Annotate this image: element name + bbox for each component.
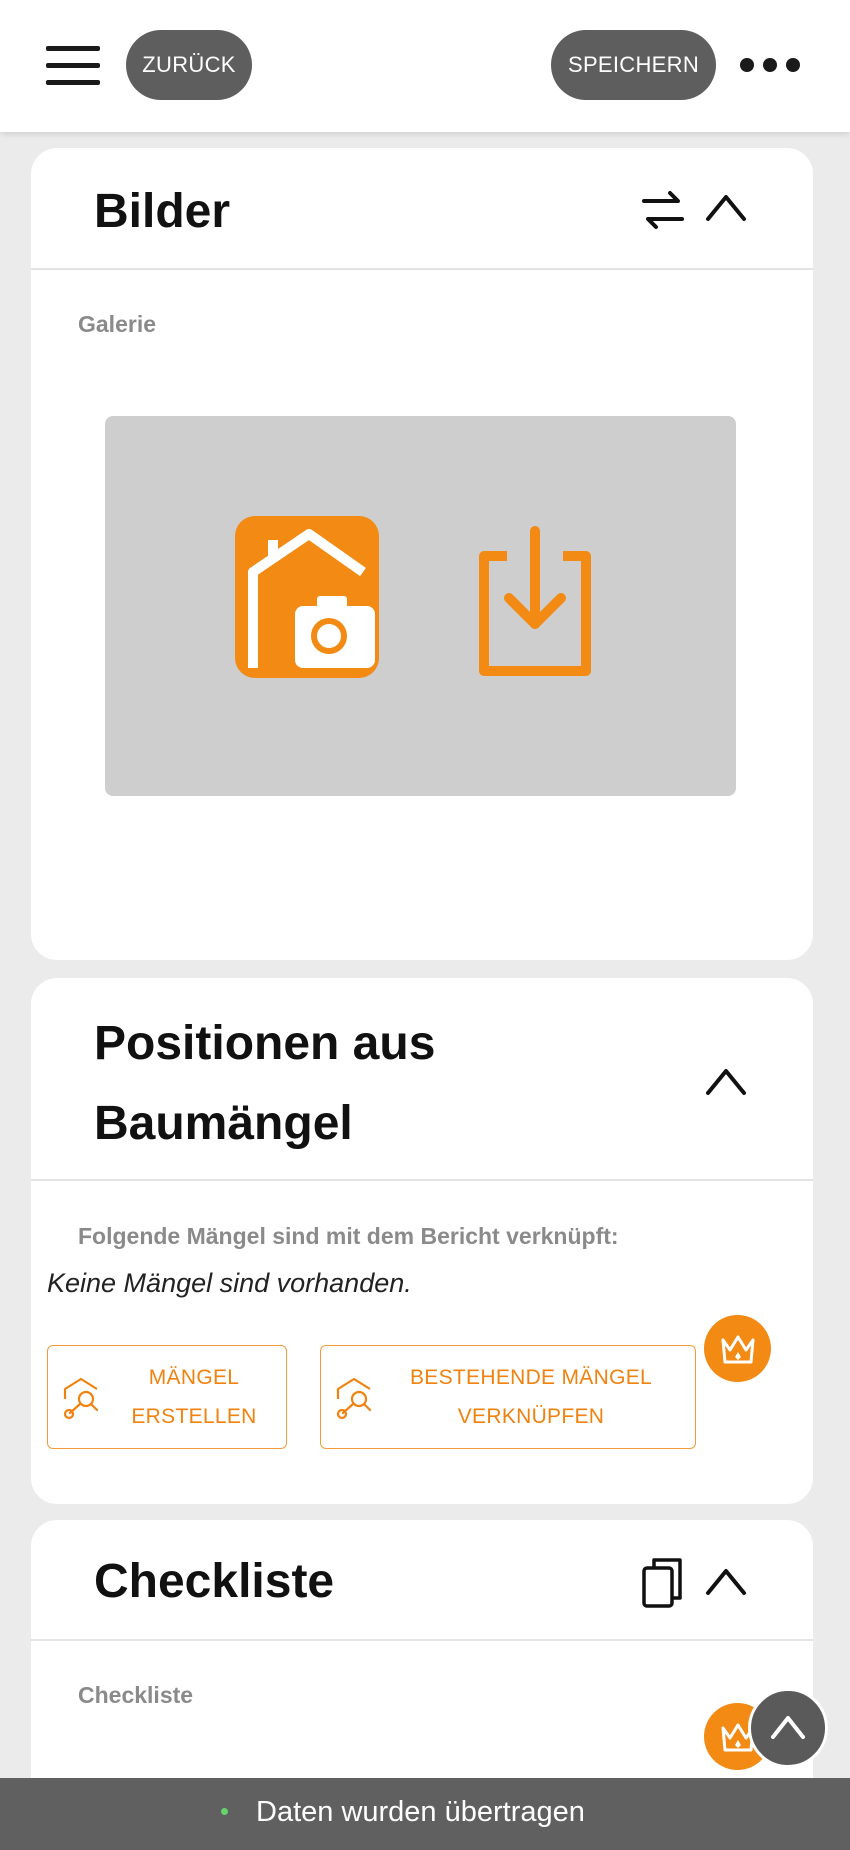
chevron-up-icon[interactable]	[704, 1064, 748, 1098]
linked-defects-label: Folgende Mängel sind mit dem Bericht ver…	[78, 1223, 619, 1249]
link-defects-label-2: VERKNÜPFEN	[457, 1405, 605, 1428]
empty-defects-text: Keine Mängel sind vorhanden.	[47, 1268, 412, 1298]
menu-icon[interactable]	[46, 42, 100, 90]
toast-message: Daten wurden übertragen	[256, 1796, 585, 1828]
crown-icon	[721, 1335, 755, 1364]
bilder-title: Bilder	[94, 185, 231, 238]
gallery-dropzone[interactable]	[105, 416, 736, 796]
checkliste-label: Checkliste	[78, 1682, 194, 1708]
bilder-card: Bilder Galerie	[31, 148, 813, 960]
premium-crown-button[interactable]	[704, 1315, 771, 1382]
chevron-up-icon[interactable]	[704, 1564, 748, 1598]
positionen-card: Positionen aus Baumängel Folgende Mängel…	[31, 978, 813, 1504]
status-dot	[221, 1808, 228, 1815]
bilder-divider	[31, 268, 813, 270]
checkliste-divider	[31, 1639, 813, 1641]
positionen-title-line1: Positionen aus	[94, 1017, 436, 1070]
swap-icon[interactable]	[640, 186, 686, 234]
search-pin-icon	[63, 1377, 99, 1420]
create-defect-button[interactable]: MÄNGEL ERSTELLEN	[47, 1345, 287, 1449]
positionen-divider	[31, 1179, 813, 1181]
download-icon[interactable]	[479, 526, 591, 676]
back-button[interactable]: ZURÜCK	[126, 30, 252, 100]
create-defect-label-2: ERSTELLEN	[131, 1405, 257, 1428]
positionen-title-line2: Baumängel	[94, 1097, 353, 1150]
search-pin-icon	[336, 1377, 372, 1420]
create-defect-label-1: MÄNGEL	[148, 1366, 240, 1389]
checkliste-title: Checkliste	[94, 1555, 335, 1608]
save-button[interactable]: SPEICHERN	[551, 30, 716, 100]
link-defects-button[interactable]: BESTEHENDE MÄNGEL VERKNÜPFEN	[320, 1345, 696, 1449]
copy-icon[interactable]	[640, 1556, 684, 1610]
status-toast: Daten wurden übertragen	[0, 1778, 850, 1850]
link-defects-label-1: BESTEHENDE MÄNGEL	[410, 1366, 652, 1389]
top-app-bar: ZURÜCK SPEICHERN	[0, 0, 850, 132]
house-camera-icon[interactable]	[235, 516, 379, 678]
chevron-up-icon[interactable]	[704, 190, 748, 224]
gallery-label: Galerie	[78, 311, 156, 337]
more-icon[interactable]	[740, 53, 800, 77]
chevron-up-icon	[771, 1716, 805, 1739]
scroll-top-button[interactable]	[748, 1688, 828, 1768]
